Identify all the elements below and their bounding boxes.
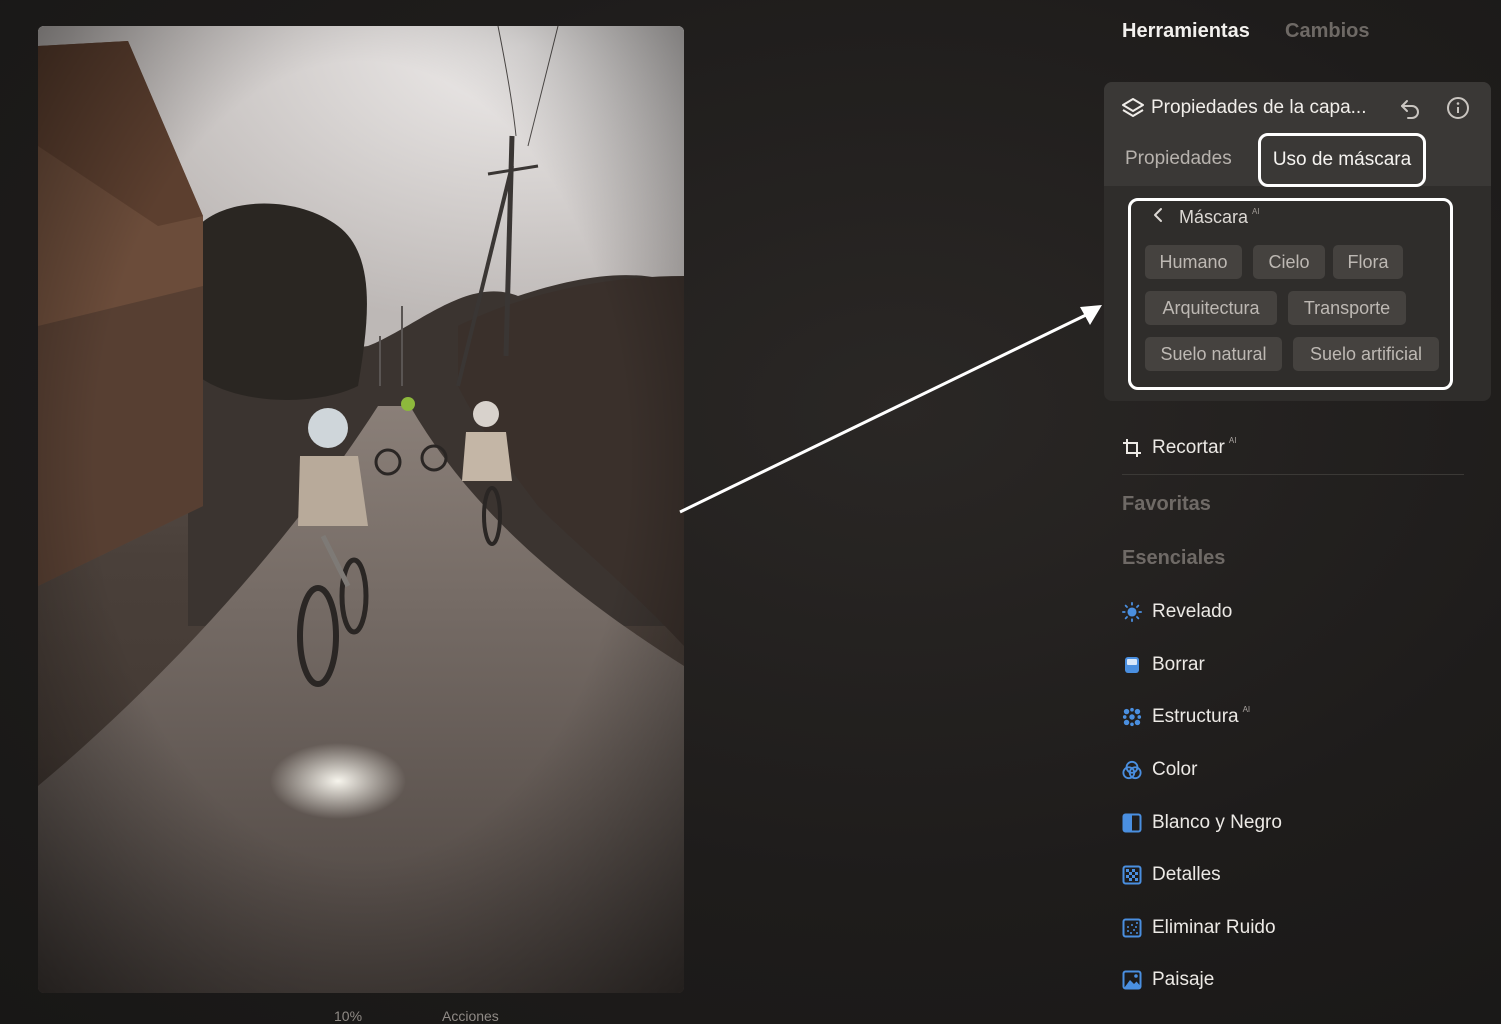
tab-mask-use[interactable]: Uso de máscara xyxy=(1258,133,1426,187)
layer-properties-panel: Propiedades de la capa... Propiedades Us… xyxy=(1104,82,1491,401)
mask-chip-natural-ground[interactable]: Suelo natural xyxy=(1145,337,1282,371)
mask-chip-artificial-ground[interactable]: Suelo artificial xyxy=(1293,337,1439,371)
ai-badge: AI xyxy=(1228,435,1237,445)
half-square-icon xyxy=(1122,813,1142,833)
mask-chip-flora[interactable]: Flora xyxy=(1333,245,1403,279)
mask-back-header[interactable]: Máscara AI xyxy=(1151,207,1260,228)
tool-label: Eliminar Ruido xyxy=(1152,917,1276,938)
tool-borrar[interactable]: Borrar xyxy=(1122,654,1205,676)
tool-label: Revelado xyxy=(1152,601,1233,622)
photo-content xyxy=(38,26,684,993)
ai-badge: AI xyxy=(1252,207,1260,216)
checker-square-icon xyxy=(1122,865,1142,885)
grain-square-icon xyxy=(1122,918,1142,938)
tool-label: Color xyxy=(1152,759,1198,780)
eraser-icon xyxy=(1122,655,1142,675)
tool-label: Detalles xyxy=(1152,864,1221,885)
tool-detalles[interactable]: Detalles xyxy=(1122,864,1221,886)
tab-changes[interactable]: Cambios xyxy=(1285,20,1369,43)
info-icon[interactable] xyxy=(1446,96,1470,125)
mask-chip-human[interactable]: Humano xyxy=(1145,245,1242,279)
section-favorites[interactable]: Favoritas xyxy=(1122,493,1211,516)
zoom-level[interactable]: 10% xyxy=(334,1008,362,1024)
layer-subtabs: Propiedades Uso de máscara xyxy=(1104,133,1491,187)
mask-chip-sky[interactable]: Cielo xyxy=(1253,245,1325,279)
mask-options-box: Máscara AI Humano Cielo Flora Arquitectu… xyxy=(1128,198,1453,390)
tool-revelado[interactable]: Revelado xyxy=(1122,601,1232,623)
dots-grid-icon xyxy=(1122,707,1142,727)
layer-panel-title: Propiedades de la capa... xyxy=(1151,97,1367,118)
crop-icon xyxy=(1122,438,1142,458)
chevron-left-icon xyxy=(1151,207,1171,228)
tool-eliminar-ruido[interactable]: Eliminar Ruido xyxy=(1122,917,1276,939)
color-circles-icon xyxy=(1122,760,1142,780)
tool-label: Borrar xyxy=(1152,654,1205,675)
ai-badge: AI xyxy=(1242,704,1251,714)
divider xyxy=(1122,474,1464,475)
crop-tool[interactable]: Recortar AI xyxy=(1122,435,1237,459)
actions-menu[interactable]: Acciones xyxy=(442,1008,499,1024)
layers-icon xyxy=(1121,96,1145,125)
mask-chip-transport[interactable]: Transporte xyxy=(1288,291,1406,325)
tab-properties[interactable]: Propiedades xyxy=(1125,148,1232,170)
tool-label: Paisaje xyxy=(1152,969,1215,990)
sun-icon xyxy=(1122,602,1142,622)
tool-estructura[interactable]: Estructura AI xyxy=(1122,704,1251,728)
tool-label: Blanco y Negro xyxy=(1152,812,1282,833)
tab-tools[interactable]: Herramientas xyxy=(1122,20,1250,43)
section-essentials[interactable]: Esenciales xyxy=(1122,547,1225,570)
undo-icon[interactable] xyxy=(1398,96,1422,125)
mask-chip-architecture[interactable]: Arquitectura xyxy=(1145,291,1277,325)
photo-canvas[interactable] xyxy=(38,26,684,993)
layer-panel-header: Propiedades de la capa... xyxy=(1104,82,1491,134)
landscape-icon xyxy=(1122,970,1142,990)
tool-blanco-negro[interactable]: Blanco y Negro xyxy=(1122,812,1282,834)
mask-title: Máscara xyxy=(1179,207,1249,227)
tool-color[interactable]: Color xyxy=(1122,759,1197,781)
crop-label: Recortar xyxy=(1152,437,1225,458)
tool-paisaje[interactable]: Paisaje xyxy=(1122,969,1214,991)
bottom-toolbar: 10% Acciones xyxy=(0,1008,700,1024)
tool-label: Estructura xyxy=(1152,706,1239,727)
